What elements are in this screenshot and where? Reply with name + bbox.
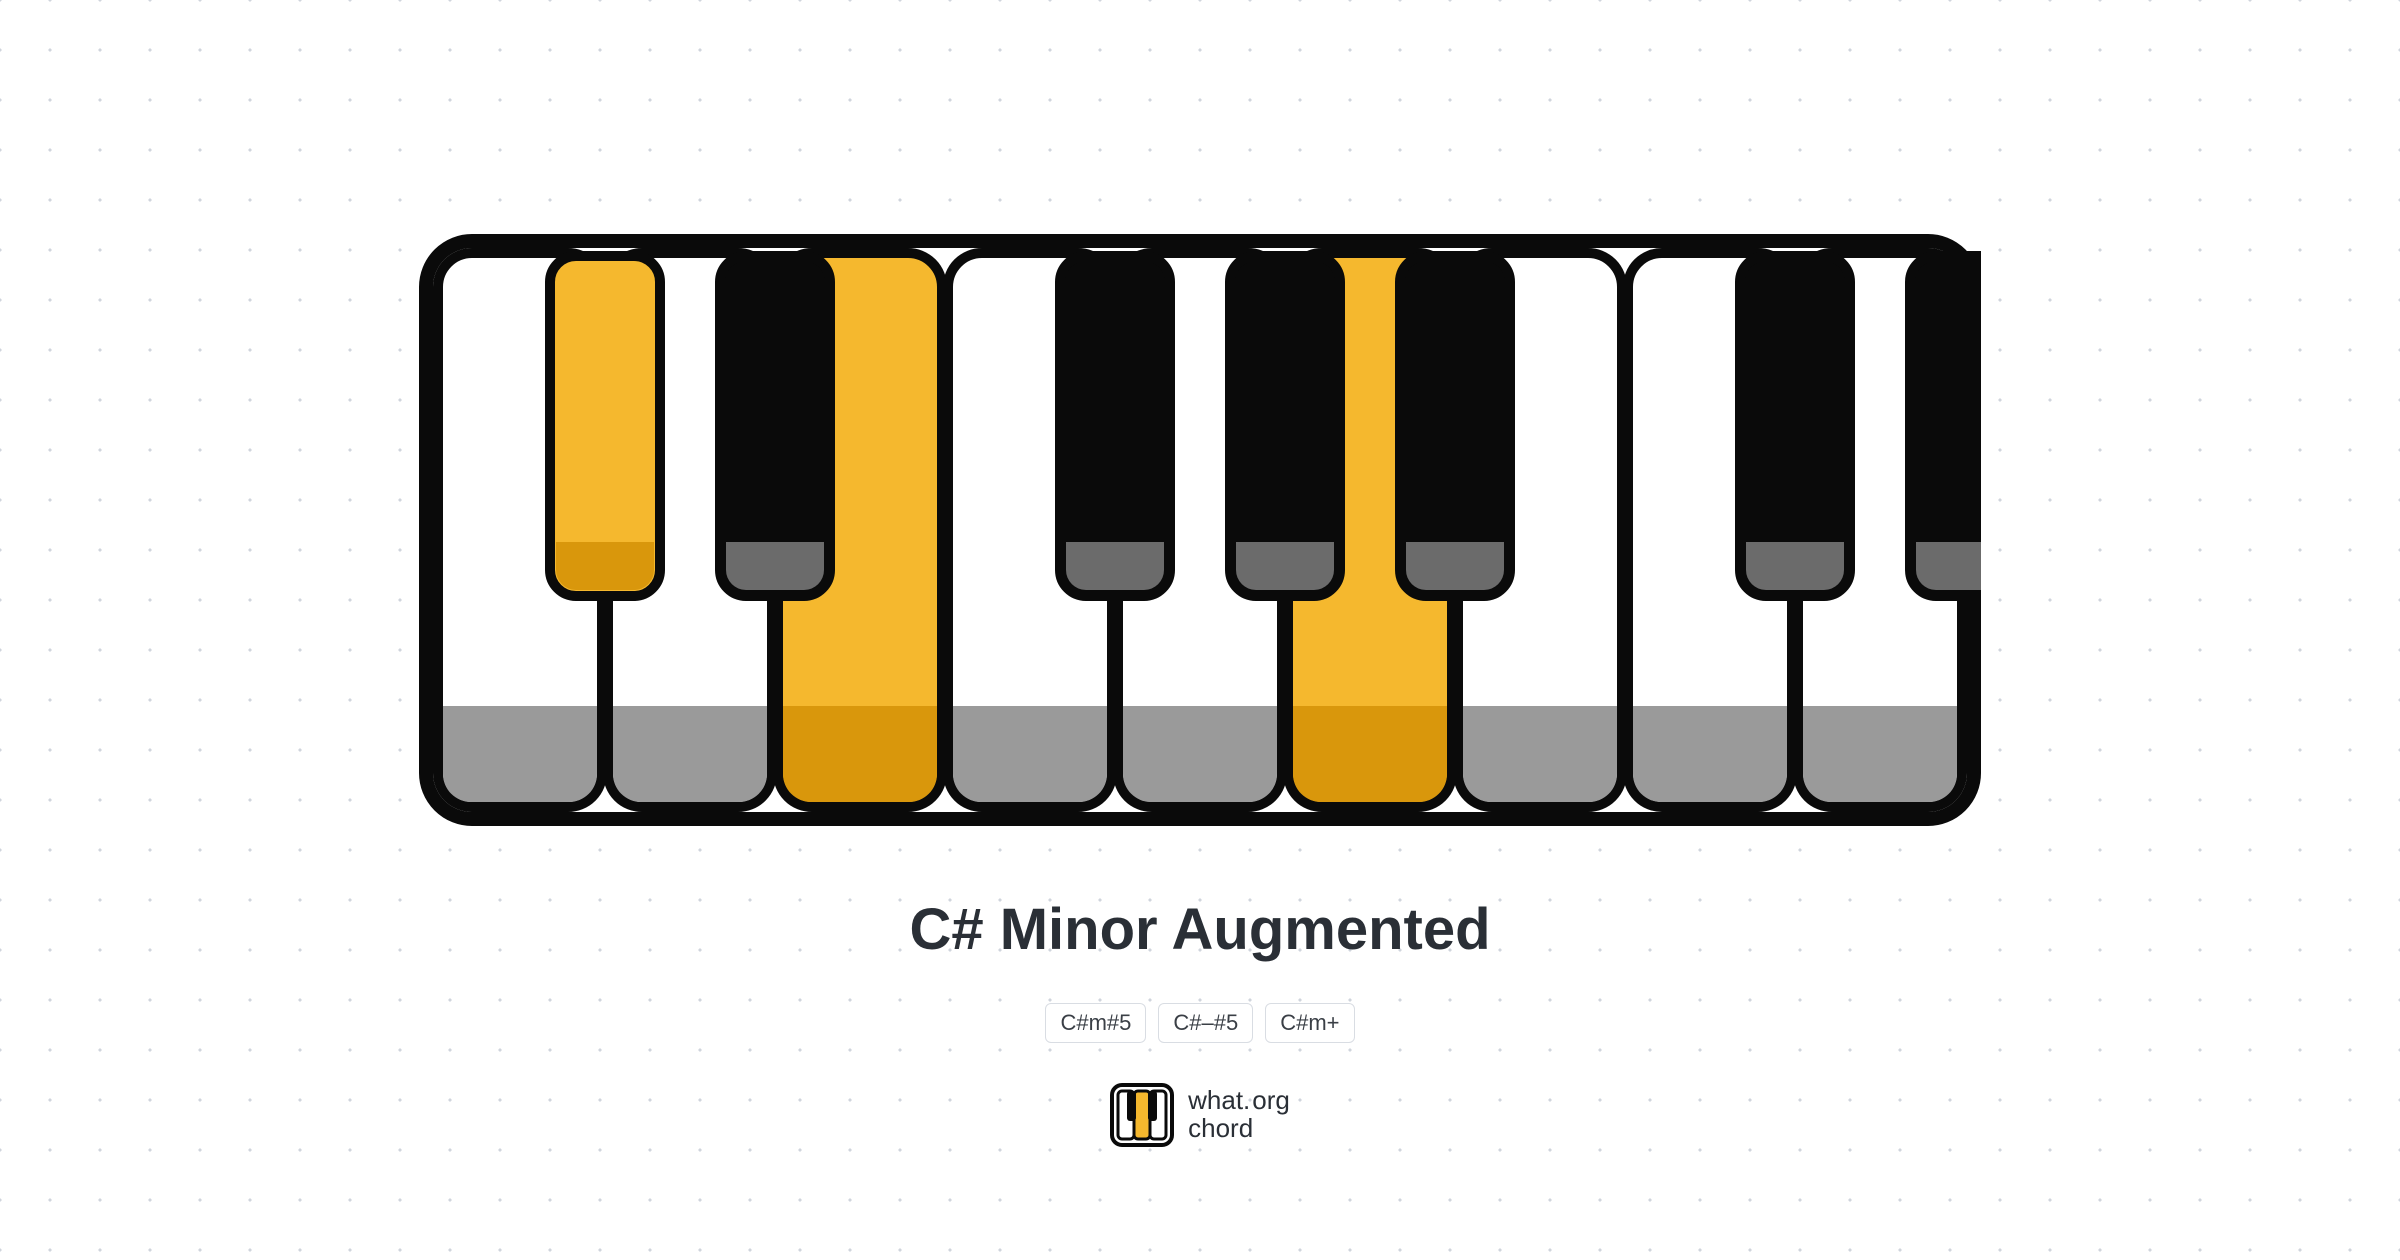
brand-org: org (1252, 1085, 1290, 1115)
brand-what: what (1188, 1085, 1243, 1115)
piano-keyboard (419, 234, 1981, 826)
alias-chip: C#m+ (1265, 1003, 1354, 1043)
brand-dot: . (1243, 1085, 1252, 1115)
keyboard-svg (419, 234, 1981, 826)
brand-chord: chord (1188, 1115, 1290, 1142)
chord-title: C# Minor Augmented (909, 896, 1490, 963)
brand-logo-icon (1110, 1083, 1174, 1147)
brand: what.org chord (1110, 1083, 1290, 1147)
chord-aliases: C#m#5 C#–#5 C#m+ (1045, 1003, 1354, 1043)
brand-text: what.org chord (1188, 1087, 1290, 1142)
alias-chip: C#–#5 (1158, 1003, 1253, 1043)
alias-chip: C#m#5 (1045, 1003, 1146, 1043)
